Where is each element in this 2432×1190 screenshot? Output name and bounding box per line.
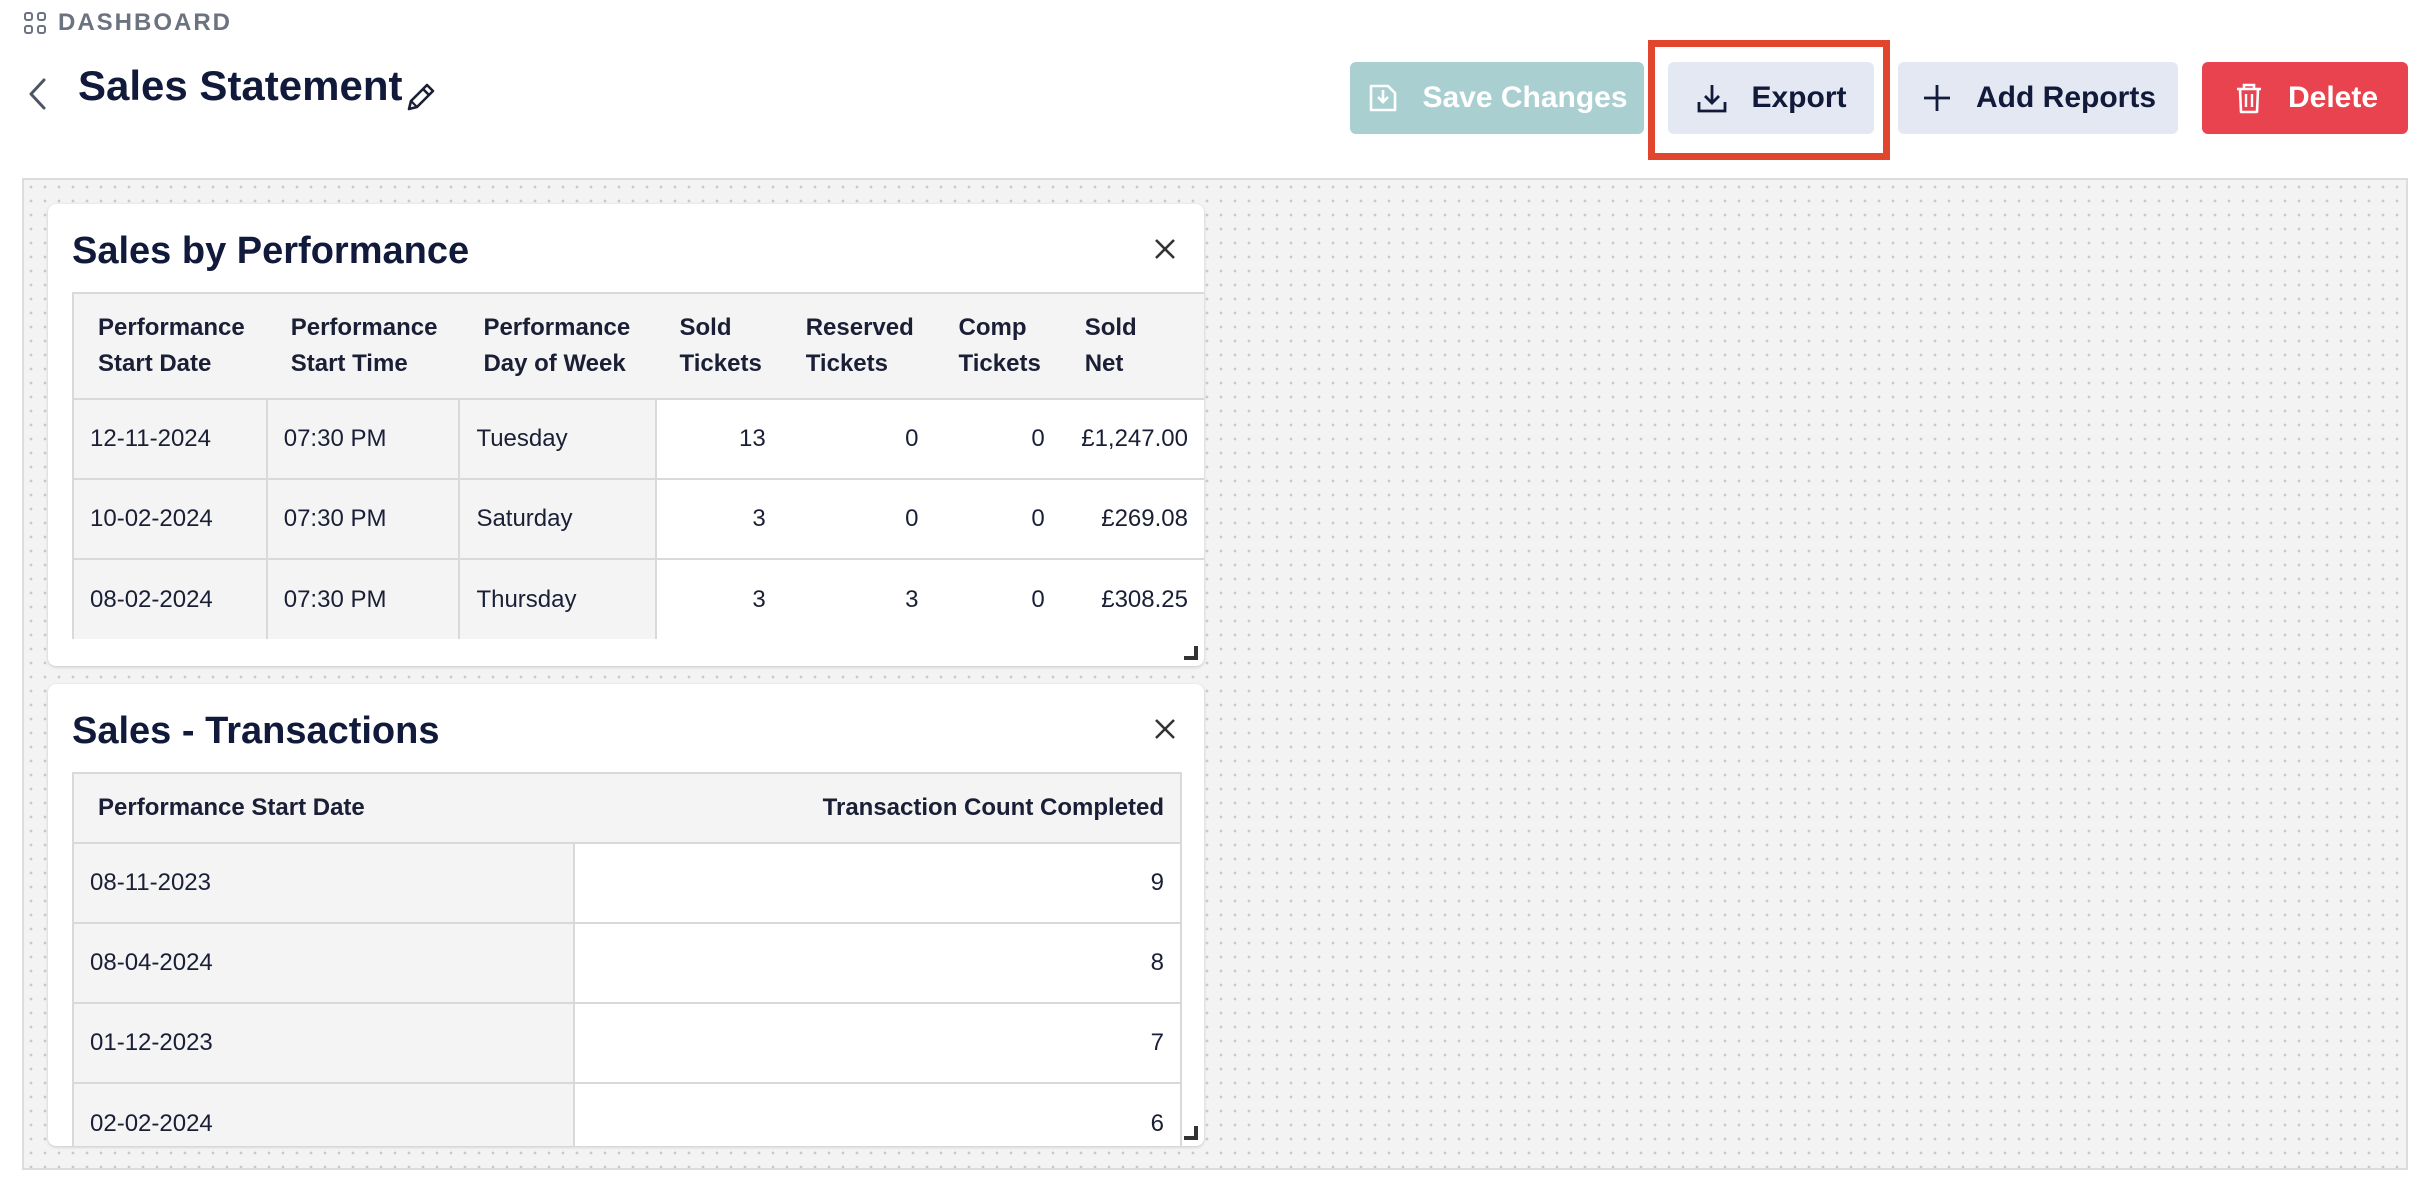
table-cell: 10-02-2024	[72, 478, 267, 559]
table-cell: £269.08	[1060, 478, 1204, 559]
table-cell: 3	[781, 558, 935, 639]
report-card-sales-transactions: Sales - Transactions Performance Start D…	[48, 684, 1204, 1146]
table-row: 02-02-2024 6	[72, 1082, 1182, 1146]
table-cell: 0	[934, 398, 1061, 479]
table-cell: 02-02-2024	[72, 1082, 574, 1146]
dashboard-grid-icon	[24, 12, 46, 34]
table-cell: 07:30 PM	[265, 558, 460, 639]
table-header-row: Performance Start Date Performance Start T…	[72, 292, 1204, 399]
save-changes-button[interactable]: Save Changes	[1350, 62, 1644, 134]
table-header-row: Performance Start Date Transaction Count…	[72, 772, 1182, 843]
table-cell: 6	[573, 1082, 1182, 1146]
table-row: 10-02-2024 07:30 PM Saturday 3 0 0 £269.…	[72, 478, 1204, 559]
pencil-icon[interactable]	[402, 78, 440, 116]
save-icon	[1370, 84, 1397, 112]
table-cell: 0	[781, 478, 935, 559]
breadcrumb-label: DASHBOARD	[58, 9, 232, 36]
column-header[interactable]: Performance Start Date	[72, 292, 267, 399]
table-row: 08-11-2023 9	[72, 842, 1182, 923]
sales-transactions-table: Performance Start Date Transaction Count…	[72, 772, 1182, 1146]
back-arrow-icon[interactable]	[24, 74, 54, 114]
column-header[interactable]: Sold Tickets	[655, 292, 782, 399]
resize-handle[interactable]	[1184, 646, 1198, 660]
table-cell: 13	[654, 398, 782, 479]
column-header[interactable]: Performance Day of Week	[459, 292, 656, 399]
table-cell: Thursday	[458, 558, 656, 639]
table-row: 01-12-2023 7	[72, 1002, 1182, 1083]
export-label: Export	[1751, 81, 1847, 114]
save-changes-label: Save Changes	[1422, 81, 1628, 114]
table-cell: 08-04-2024	[72, 922, 574, 1003]
report-card-sales-by-performance: Sales by Performance Performance Start Da…	[48, 204, 1204, 666]
table-cell: 7	[573, 1002, 1182, 1083]
column-header[interactable]: Performance Start Time	[266, 292, 460, 399]
table-row: 08-04-2024 8	[72, 922, 1182, 1003]
table-cell: 3	[654, 478, 782, 559]
table-cell: 08-11-2023	[72, 842, 574, 923]
table-cell: £308.25	[1060, 558, 1204, 639]
table-cell: 01-12-2023	[72, 1002, 574, 1083]
report-title: Sales - Transactions	[72, 710, 440, 752]
trash-icon	[2236, 83, 2261, 114]
export-button[interactable]: Export	[1668, 62, 1874, 134]
table-row: 08-02-2024 07:30 PM Thursday 3 3 0 £308.…	[72, 558, 1204, 639]
delete-button[interactable]: Delete	[2202, 62, 2408, 134]
table-cell: 08-02-2024	[72, 558, 267, 639]
column-header[interactable]: Reserved Tickets	[781, 292, 935, 399]
table-cell: 3	[654, 558, 782, 639]
table-cell: Saturday	[458, 478, 656, 559]
column-header[interactable]: Transaction Count Completed	[574, 772, 1182, 843]
close-icon[interactable]	[1150, 234, 1180, 264]
table-cell: 0	[934, 558, 1061, 639]
column-header[interactable]: Comp Tickets	[934, 292, 1061, 399]
table-cell: 07:30 PM	[265, 398, 460, 479]
resize-handle[interactable]	[1184, 1126, 1198, 1140]
table-cell: 8	[573, 922, 1182, 1003]
table-row: 12-11-2024 07:30 PM Tuesday 13 0 0 £1,24…	[72, 398, 1204, 479]
plus-icon	[1924, 85, 1950, 111]
sales-by-performance-table: Performance Start Date Performance Start T…	[72, 292, 1204, 639]
close-icon[interactable]	[1150, 714, 1180, 744]
table-cell: 0	[934, 478, 1061, 559]
delete-label: Delete	[2287, 81, 2379, 114]
column-header[interactable]: Performance Start Date	[72, 772, 574, 843]
column-header[interactable]: Sold Net	[1060, 292, 1204, 399]
add-reports-label: Add Reports	[1976, 81, 2156, 114]
table-cell: 0	[781, 398, 935, 479]
table-cell: £1,247.00	[1060, 398, 1204, 479]
page-title: Sales Statement	[78, 62, 403, 109]
table-cell: Tuesday	[458, 398, 656, 479]
add-reports-button[interactable]: Add Reports	[1898, 62, 2178, 134]
breadcrumb[interactable]: DASHBOARD	[24, 6, 232, 40]
table-cell: 12-11-2024	[72, 398, 267, 479]
download-icon	[1698, 85, 1727, 113]
report-title: Sales by Performance	[72, 230, 470, 272]
table-cell: 07:30 PM	[265, 478, 460, 559]
table-cell: 9	[573, 842, 1182, 923]
